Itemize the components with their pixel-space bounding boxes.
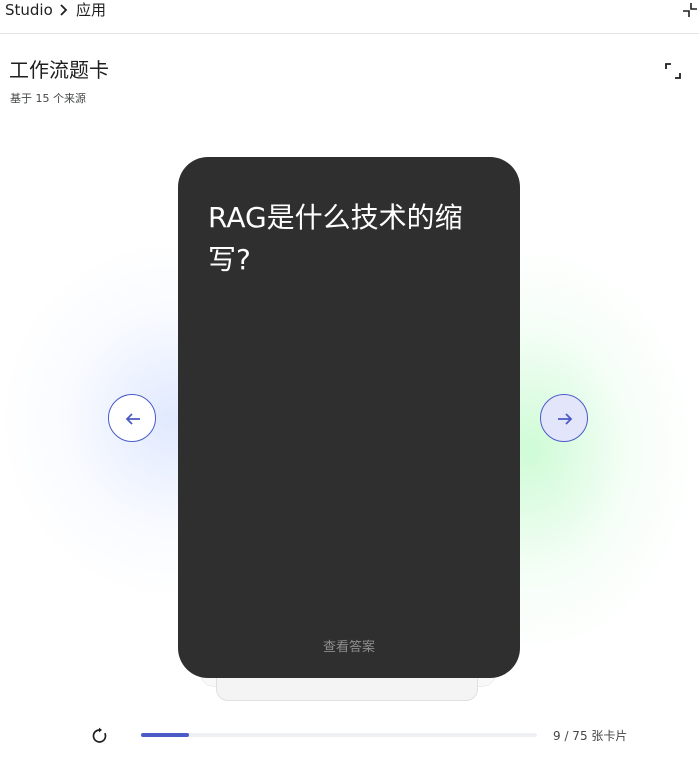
flashcard[interactable]: RAG是什么技术的缩写? 查看答案 bbox=[178, 157, 520, 678]
collapse-icon[interactable] bbox=[682, 2, 698, 18]
arrow-right-icon bbox=[558, 413, 573, 425]
chevron-right-icon bbox=[60, 4, 68, 16]
page-title: 工作流题卡 bbox=[9, 58, 109, 82]
progress-bar bbox=[141, 733, 537, 737]
fullscreen-icon[interactable] bbox=[664, 62, 682, 80]
card-stack-middle bbox=[216, 676, 478, 701]
arrow-left-icon bbox=[125, 413, 140, 425]
breadcrumb-current: 应用 bbox=[76, 1, 107, 19]
progress-fill bbox=[141, 733, 189, 737]
previous-card-button[interactable] bbox=[108, 394, 156, 442]
card-counter: 9 / 75 张卡片 bbox=[553, 729, 628, 743]
flashcard-question: RAG是什么技术的缩写? bbox=[208, 201, 463, 276]
restart-icon[interactable] bbox=[91, 727, 109, 745]
top-bar: Studio 应用 bbox=[0, 0, 699, 34]
source-count: 基于 15 个来源 bbox=[10, 92, 86, 105]
show-answer-button[interactable]: 查看答案 bbox=[178, 639, 520, 657]
next-card-button[interactable] bbox=[540, 394, 588, 442]
breadcrumb-studio[interactable]: Studio bbox=[5, 0, 53, 20]
